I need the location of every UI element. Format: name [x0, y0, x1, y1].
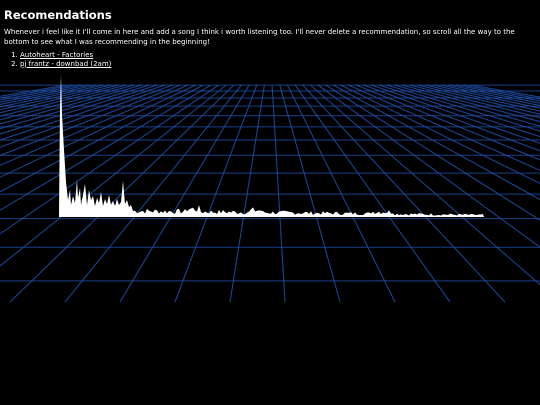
recommendation-item: pj frantz - downbad (2am): [20, 60, 111, 69]
grid-line: [355, 84, 540, 161]
grid-lines: [0, 84, 540, 303]
grid-line: [0, 84, 173, 148]
recommendation-list: Autoheart - Factories pj frantz - downba…: [4, 51, 111, 68]
grid-line: [0, 84, 204, 193]
grid-line: [0, 84, 89, 103]
grid-line: [317, 84, 540, 248]
grid-line: [271, 84, 286, 303]
grid-line: [386, 84, 540, 132]
page-description: Whenever i feel like it I'll come in her…: [4, 28, 515, 46]
grid-line: [302, 84, 506, 303]
grid-line: [279, 84, 341, 303]
grid-line: [0, 84, 112, 111]
grid-line: [0, 84, 143, 125]
recommendation-link-1[interactable]: Autoheart - Factories: [20, 51, 93, 59]
grid-line: [0, 84, 212, 211]
grid-line: [286, 84, 396, 303]
grid-line: [119, 84, 250, 303]
recommendation-item: Autoheart - Factories: [20, 51, 111, 60]
grid-line: [371, 84, 540, 144]
recommendation-link-2[interactable]: pj frantz - downbad (2am): [20, 60, 111, 68]
grid-line: [363, 84, 540, 152]
grid-line: [325, 84, 540, 221]
grid-line: [174, 84, 258, 303]
grid-line: [229, 84, 265, 303]
grid-line: [309, 84, 540, 286]
grid-line: [294, 84, 451, 303]
page-title: Recomendations: [4, 8, 112, 22]
